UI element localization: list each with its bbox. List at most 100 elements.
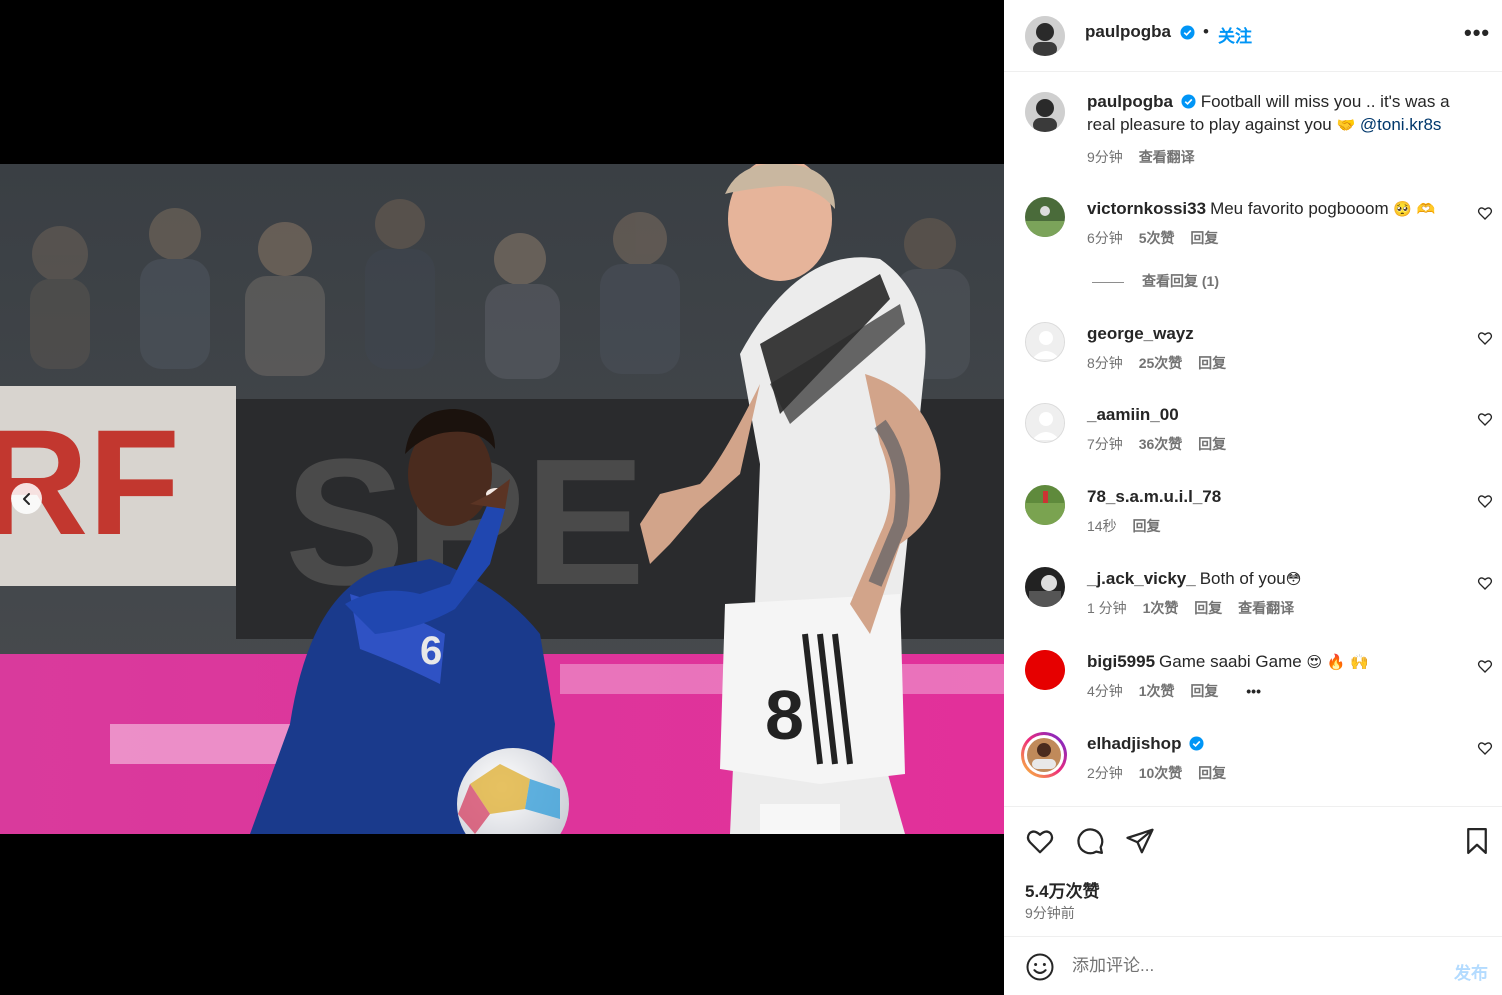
svg-text:8: 8 xyxy=(765,676,804,754)
comment-row: george_wayz 8分钟 25次赞 回复 xyxy=(1004,322,1502,382)
comments-list[interactable]: paulpogba Football will miss you .. it's… xyxy=(1004,73,1502,806)
default-avatar-icon xyxy=(1026,404,1064,442)
heart-icon[interactable] xyxy=(1477,658,1493,674)
replies-divider-line xyxy=(1092,281,1124,283)
comment-likes[interactable]: 5次赞 xyxy=(1139,230,1175,246)
caption-meta: 9分钟 查看翻译 xyxy=(1087,147,1207,167)
comment-text: george_wayz xyxy=(1087,322,1456,345)
verified-badge-icon xyxy=(1180,25,1195,40)
reply-button[interactable]: 回复 xyxy=(1198,436,1226,452)
heart-icon[interactable] xyxy=(1477,493,1493,509)
comment-time[interactable]: 7分钟 xyxy=(1087,436,1123,452)
comment-meta: 7分钟 36次赞 回复 xyxy=(1087,434,1238,454)
comment-avatar[interactable] xyxy=(1021,732,1067,778)
comment-emoji: 😳 xyxy=(1285,570,1302,588)
comment-likes[interactable]: 25次赞 xyxy=(1139,355,1183,371)
comment-avatar[interactable] xyxy=(1025,403,1065,443)
comment-row: elhadjishop 2分钟 10次赞 回复 xyxy=(1004,732,1502,792)
post-side-panel: paulpogba • 关注 ••• paulpogba Football wi… xyxy=(1004,0,1502,995)
comment-time[interactable]: 2分钟 xyxy=(1087,765,1123,781)
bookmark-icon[interactable] xyxy=(1462,826,1492,856)
comment-time[interactable]: 14秒 xyxy=(1087,518,1117,534)
comment-username[interactable]: _aamiin_00 xyxy=(1087,405,1179,424)
comment-text: victornkossi33 Meu favorito pogbooom 🥺 🫶 xyxy=(1087,197,1456,221)
share-icon[interactable] xyxy=(1125,826,1155,856)
comment-text: _aamiin_00 xyxy=(1087,403,1456,426)
comment-icon[interactable] xyxy=(1075,826,1105,856)
comment-username[interactable]: elhadjishop xyxy=(1087,734,1181,753)
post-comment-button[interactable]: 发布 xyxy=(1454,959,1488,984)
comment-time[interactable]: 4分钟 xyxy=(1087,683,1123,699)
heart-icon[interactable] xyxy=(1477,411,1493,427)
comment-meta: 4分钟 1次赞 回复 ••• xyxy=(1087,681,1273,701)
heart-icon[interactable] xyxy=(1477,575,1493,591)
heart-icon[interactable] xyxy=(1477,330,1493,346)
svg-text:RF: RF xyxy=(0,398,180,566)
caption-username[interactable]: paulpogba xyxy=(1087,92,1173,111)
comment-avatar-image xyxy=(1025,650,1065,690)
comment-meta: 8分钟 25次赞 回复 xyxy=(1087,353,1238,373)
comment-emoji: 🥺 🫶 xyxy=(1393,200,1436,218)
comment-likes[interactable]: 1次赞 xyxy=(1143,600,1179,616)
reply-button[interactable]: 回复 xyxy=(1194,600,1222,616)
comment-time[interactable]: 6分钟 xyxy=(1087,230,1123,246)
author-avatar[interactable] xyxy=(1025,16,1065,56)
translate-button[interactable]: 查看翻译 xyxy=(1238,600,1294,616)
more-options-icon[interactable]: ••• xyxy=(1464,20,1490,46)
comment-likes[interactable]: 10次赞 xyxy=(1139,765,1183,781)
previous-image-button[interactable] xyxy=(11,483,42,514)
comment-username[interactable]: bigi5995 xyxy=(1087,652,1155,671)
like-count[interactable]: 5.4万次赞 xyxy=(1025,877,1100,902)
comment-likes[interactable]: 36次赞 xyxy=(1139,436,1183,452)
comment-avatar[interactable] xyxy=(1025,485,1065,525)
comment-text: _j.ack_vicky_ Both of you😳 xyxy=(1087,567,1456,591)
post-actions: 5.4万次赞 9分钟前 xyxy=(1004,806,1502,936)
post-timestamp[interactable]: 9分钟前 xyxy=(1025,903,1075,923)
comment-avatar[interactable] xyxy=(1025,197,1065,237)
photo-illustration: RF SPE 6 xyxy=(0,164,1004,834)
comment-avatar[interactable] xyxy=(1025,322,1065,362)
comment-composer: 发布 xyxy=(1004,936,1502,995)
comment-row: bigi5995 Game saabi Game 😍 🔥 🙌 4分钟 1次赞 回复… xyxy=(1004,650,1502,710)
caption-mention[interactable]: @toni.kr8s xyxy=(1360,115,1442,134)
chevron-left-icon xyxy=(22,492,30,505)
heart-icon[interactable] xyxy=(1477,740,1493,756)
author-avatar[interactable] xyxy=(1025,92,1065,132)
reply-button[interactable]: 回复 xyxy=(1132,518,1160,534)
post-photo[interactable]: RF SPE 6 xyxy=(0,164,1004,834)
comment-avatar-image xyxy=(1025,485,1065,525)
comment-username[interactable]: _j.ack_vicky_ xyxy=(1087,569,1196,588)
comment-username[interactable]: victornkossi33 xyxy=(1087,199,1206,218)
follow-button[interactable]: 关注 xyxy=(1218,22,1252,47)
heart-icon[interactable] xyxy=(1025,826,1055,856)
reply-button[interactable]: 回复 xyxy=(1190,230,1218,246)
comment-username[interactable]: george_wayz xyxy=(1087,324,1194,343)
comment-time[interactable]: 8分钟 xyxy=(1087,355,1123,371)
comment-username[interactable]: 78_s.a.m.u.i.l_78 xyxy=(1087,487,1221,506)
reply-button[interactable]: 回复 xyxy=(1198,765,1226,781)
comment-likes[interactable]: 1次赞 xyxy=(1139,683,1175,699)
comment-options-icon[interactable]: ••• xyxy=(1246,683,1261,699)
view-replies-button[interactable]: 查看回复 (1) xyxy=(1092,271,1219,291)
default-avatar-icon xyxy=(1026,323,1064,361)
heart-icon[interactable] xyxy=(1477,205,1493,221)
reply-button[interactable]: 回复 xyxy=(1198,355,1226,371)
translate-button[interactable]: 查看翻译 xyxy=(1139,149,1195,165)
comment-row: _aamiin_00 7分钟 36次赞 回复 xyxy=(1004,403,1502,463)
comment-input[interactable] xyxy=(1072,951,1432,981)
comment-avatar[interactable] xyxy=(1025,650,1065,690)
author-username[interactable]: paulpogba xyxy=(1085,22,1171,42)
caption-time[interactable]: 9分钟 xyxy=(1087,149,1123,165)
verified-badge-icon xyxy=(1181,94,1196,109)
comment-avatar[interactable] xyxy=(1025,567,1065,607)
comment-row: 78_s.a.m.u.i.l_78 14秒 回复 xyxy=(1004,485,1502,545)
comment-body: Both of you xyxy=(1199,569,1286,588)
emoji-icon[interactable] xyxy=(1025,952,1055,982)
story-ring-avatar-image xyxy=(1024,735,1064,775)
comment-avatar-image xyxy=(1025,567,1065,607)
comment-meta: 6分钟 5次赞 回复 xyxy=(1087,228,1230,248)
reply-button[interactable]: 回复 xyxy=(1190,683,1218,699)
caption-text: paulpogba Football will miss you .. it's… xyxy=(1087,90,1462,137)
handshake-emoji: 🤝 xyxy=(1336,116,1356,134)
comment-time[interactable]: 1 分钟 xyxy=(1087,600,1127,616)
